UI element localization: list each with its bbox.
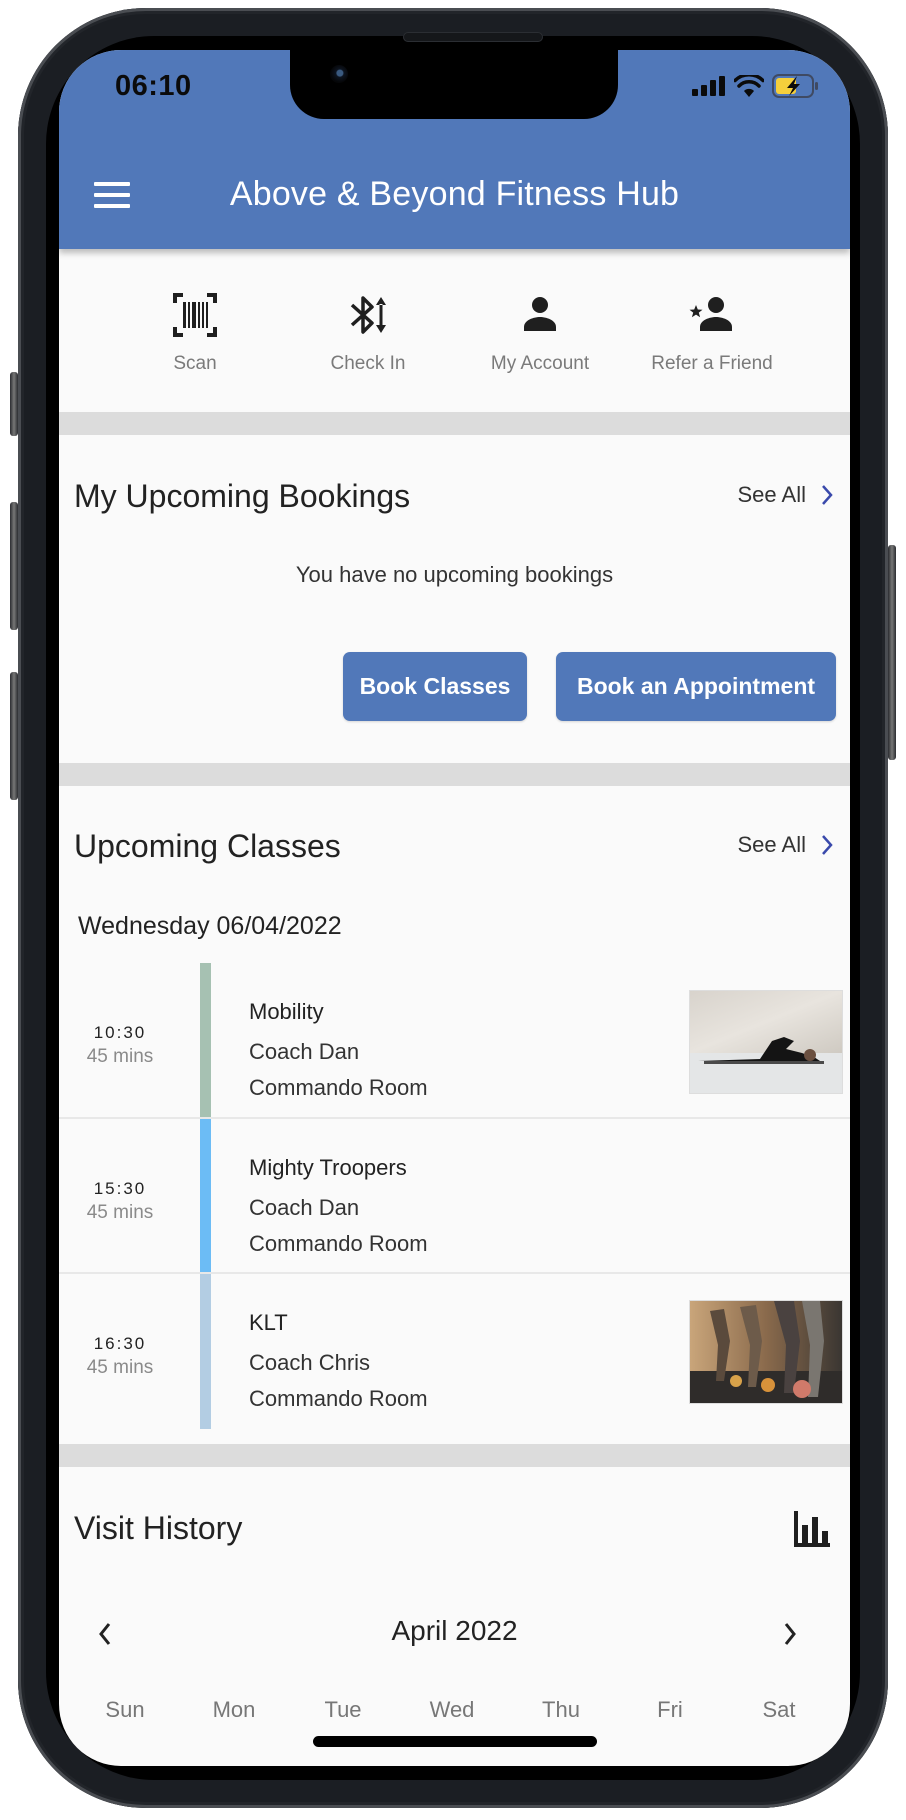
class-room: Commando Room	[249, 1386, 428, 1411]
weekday-label: Wed	[429, 1697, 475, 1722]
visit-history-title: Visit History	[74, 1510, 243, 1546]
chevron-right-icon	[822, 835, 833, 855]
weekday-label: Fri	[657, 1697, 683, 1722]
class-row[interactable]: 16:30 45 mins KLT Coach Chris Commando R…	[59, 1274, 850, 1429]
class-room: Commando Room	[249, 1075, 428, 1100]
quick-actions: Scan Check In My Account Refer a Friend	[59, 249, 850, 412]
classes-see-all-link[interactable]: See All	[738, 832, 835, 858]
class-coach: Coach Chris	[249, 1350, 371, 1375]
book-classes-button[interactable]: Book Classes	[343, 652, 527, 721]
book-appointment-button[interactable]: Book an Appointment	[556, 652, 836, 721]
silent-switch	[10, 372, 18, 436]
battery-charging-icon	[772, 74, 818, 98]
scan-label: Scan	[173, 353, 217, 374]
cellular-signal-icon	[692, 76, 725, 96]
class-thumbnail	[689, 990, 843, 1094]
weekday-label: Sun	[105, 1697, 145, 1722]
class-color-bar	[200, 963, 211, 1117]
weekday-label: Mon	[212, 1697, 256, 1722]
weekday-label: Thu	[542, 1697, 580, 1722]
class-name: KLT	[249, 1310, 288, 1335]
status-icons	[692, 74, 820, 98]
classes-title: Upcoming Classes	[74, 828, 341, 864]
app-title: Above & Beyond Fitness Hub	[229, 175, 680, 213]
check-in-button[interactable]: Check In	[282, 249, 454, 412]
class-duration: 45 mins	[86, 1046, 154, 1067]
bar-chart-icon[interactable]	[792, 1511, 832, 1547]
class-color-bar	[200, 1274, 211, 1429]
class-room: Commando Room	[249, 1231, 428, 1256]
see-all-label: See All	[737, 832, 807, 857]
bookings-see-all-link[interactable]: See All	[738, 482, 835, 508]
bookings-title: My Upcoming Bookings	[74, 478, 411, 514]
kettlebell-class-photo	[690, 1301, 842, 1403]
check-in-label: Check In	[330, 353, 406, 374]
refer-friend-button[interactable]: Refer a Friend	[626, 249, 798, 412]
class-duration: 45 mins	[86, 1202, 154, 1223]
person-icon	[524, 297, 556, 331]
chevron-right-icon	[822, 485, 833, 505]
section-divider	[59, 412, 850, 435]
power-button	[888, 545, 896, 760]
wifi-icon	[734, 75, 764, 97]
class-name: Mobility	[249, 999, 324, 1024]
stretching-photo	[690, 991, 842, 1093]
no-bookings-message: You have no upcoming bookings	[295, 562, 614, 587]
class-time: 10:30	[93, 1023, 147, 1042]
barcode-scan-icon	[173, 293, 217, 337]
class-color-bar	[200, 1119, 211, 1272]
see-all-label: See All	[737, 482, 807, 507]
section-divider	[59, 1444, 850, 1467]
class-coach: Coach Dan	[249, 1039, 360, 1064]
class-time: 15:30	[93, 1179, 147, 1198]
status-time: 06:10	[115, 70, 192, 102]
class-time: 16:30	[93, 1334, 147, 1353]
weekday-label: Sat	[762, 1697, 796, 1722]
class-row[interactable]: 10:30 45 mins Mobility Coach Dan Command…	[59, 963, 850, 1119]
refer-friend-label: Refer a Friend	[651, 353, 773, 374]
class-coach: Coach Dan	[249, 1195, 360, 1220]
volume-down-button	[10, 672, 18, 800]
class-duration: 45 mins	[86, 1357, 154, 1378]
app-screen: 06:10 Above & Beyond Fitness Hub Scan Ch…	[59, 50, 850, 1766]
person-star-icon	[689, 297, 732, 331]
volume-up-button	[10, 502, 18, 630]
current-month: April 2022	[391, 1615, 518, 1646]
class-name: Mighty Troopers	[249, 1155, 407, 1180]
class-thumbnail	[689, 1300, 843, 1404]
class-row[interactable]: 15:30 45 mins Mighty Troopers Coach Dan …	[59, 1119, 850, 1274]
section-divider	[59, 763, 850, 786]
weekday-label: Tue	[324, 1697, 362, 1722]
front-camera	[330, 65, 348, 83]
notch	[290, 50, 618, 119]
my-account-button[interactable]: My Account	[454, 249, 626, 412]
bluetooth-transfer-icon	[350, 296, 386, 334]
my-account-label: My Account	[490, 353, 590, 374]
home-indicator[interactable]	[313, 1736, 597, 1747]
next-month-button[interactable]	[782, 1621, 798, 1647]
classes-date-header: Wednesday 06/04/2022	[78, 912, 342, 940]
scan-button[interactable]: Scan	[109, 249, 281, 412]
earpiece-speaker	[403, 32, 543, 42]
